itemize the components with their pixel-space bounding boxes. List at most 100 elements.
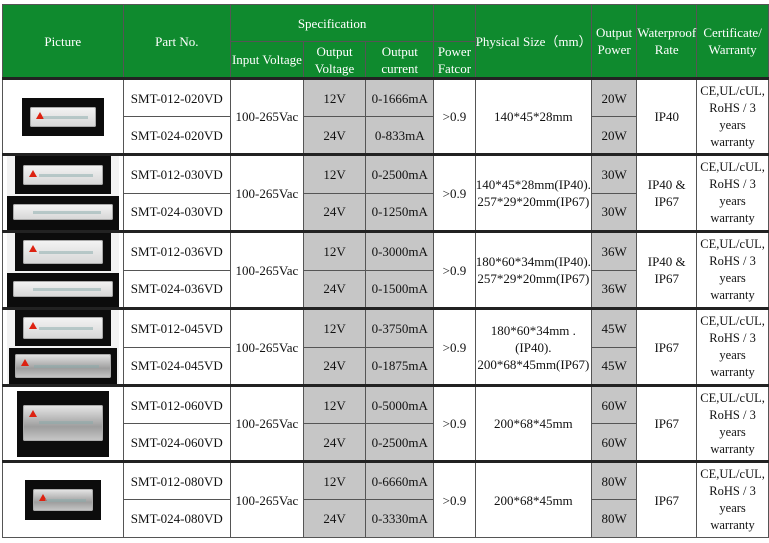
waterproof-rate: IP40 & IP67 xyxy=(636,230,698,309)
physical-size: 180*60*34mm(IP40). 257*29*20mm(IP67) xyxy=(474,230,592,309)
output-current: 0-2500mA xyxy=(365,423,435,462)
waterproof-rate: IP67 xyxy=(636,384,698,462)
certificate: CE,UL/cUL, RoHS / 3 years warranty xyxy=(696,460,769,538)
led-driver-photo xyxy=(6,156,119,230)
led-driver-photo xyxy=(16,390,109,457)
part-number: SMT-012-060VD xyxy=(122,384,232,424)
led-driver-photo xyxy=(6,310,119,384)
power-factor: >0.9 xyxy=(433,307,476,386)
output-current: 0-3000mA xyxy=(365,230,435,271)
output-voltage: 24V xyxy=(302,423,367,462)
output-current: 0-5000mA xyxy=(365,384,435,424)
output-voltage: 24V xyxy=(302,269,367,309)
output-voltage: 12V xyxy=(302,230,367,271)
header-output-current: Output current xyxy=(365,41,435,79)
output-power: 60W xyxy=(590,384,638,424)
input-voltage: 100-265Vac xyxy=(230,153,304,232)
header-specification: Specification xyxy=(230,4,435,42)
output-power: 20W xyxy=(590,116,638,155)
product-photo-cell xyxy=(2,77,124,155)
waterproof-rate: IP40 xyxy=(636,77,698,155)
output-voltage: 12V xyxy=(302,77,367,117)
output-power: 60W xyxy=(590,423,638,462)
output-current: 0-1250mA xyxy=(365,192,435,232)
part-number: SMT-024-080VD xyxy=(122,499,232,538)
output-power: 45W xyxy=(590,346,638,386)
output-power: 30W xyxy=(590,153,638,194)
output-power: 36W xyxy=(590,269,638,309)
part-number: SMT-012-080VD xyxy=(122,460,232,500)
output-power: 20W xyxy=(590,77,638,117)
input-voltage: 100-265Vac xyxy=(230,230,304,309)
product-photo-cell xyxy=(2,153,124,232)
output-current: 0-1500mA xyxy=(365,269,435,309)
part-number: SMT-012-030VD xyxy=(122,153,232,194)
waterproof-rate: IP40 & IP67 xyxy=(636,153,698,232)
certificate: CE,UL/cUL, RoHS / 3 years warranty xyxy=(696,77,769,155)
part-number: SMT-024-045VD xyxy=(122,346,232,386)
power-factor: >0.9 xyxy=(433,153,476,232)
output-voltage: 24V xyxy=(302,192,367,232)
led-driver-photo xyxy=(24,480,101,520)
input-voltage: 100-265Vac xyxy=(230,460,304,538)
part-number: SMT-024-036VD xyxy=(122,269,232,309)
certificate: CE,UL/cUL, RoHS / 3 years warranty xyxy=(696,307,769,386)
header-part-no: Part No. xyxy=(122,4,232,79)
product-spec-table: Picture Part No. Specification Physical … xyxy=(2,4,769,538)
output-voltage: 12V xyxy=(302,153,367,194)
output-voltage: 12V xyxy=(302,307,367,348)
header-output-voltage: Output Voltage xyxy=(302,41,367,79)
header-output-power: Output Power xyxy=(590,4,638,79)
led-driver-photo xyxy=(21,97,104,136)
output-current: 0-3330mA xyxy=(365,499,435,538)
header-spec-spacer xyxy=(433,4,476,42)
physical-size: 200*68*45mm xyxy=(474,460,592,538)
physical-size: 180*60*34mm . (IP40). 200*68*45mm(IP67) xyxy=(474,307,592,386)
output-power: 36W xyxy=(590,230,638,271)
output-current: 0-3750mA xyxy=(365,307,435,348)
output-voltage: 12V xyxy=(302,384,367,424)
power-factor: >0.9 xyxy=(433,77,476,155)
led-driver-photo xyxy=(6,233,119,307)
part-number: SMT-012-036VD xyxy=(122,230,232,271)
output-current: 0-6660mA xyxy=(365,460,435,500)
part-number: SMT-012-045VD xyxy=(122,307,232,348)
physical-size: 140*45*28mm(IP40). 257*29*20mm(IP67) xyxy=(474,153,592,232)
header-input-voltage: Input Voltage xyxy=(230,41,304,79)
output-voltage: 24V xyxy=(302,499,367,538)
waterproof-rate: IP67 xyxy=(636,460,698,538)
output-voltage: 24V xyxy=(302,116,367,155)
header-picture: Picture xyxy=(2,4,124,79)
product-photo-cell xyxy=(2,307,124,386)
product-photo-cell xyxy=(2,460,124,538)
header-certificate: Certificate/ Warranty xyxy=(696,4,769,79)
certificate: CE,UL/cUL, RoHS / 3 years warranty xyxy=(696,153,769,232)
power-factor: >0.9 xyxy=(433,230,476,309)
header-physical-size: Physical Size（mm） xyxy=(474,4,592,79)
waterproof-rate: IP67 xyxy=(636,307,698,386)
certificate: CE,UL/cUL, RoHS / 3 years warranty xyxy=(696,384,769,462)
part-number: SMT-024-030VD xyxy=(122,192,232,232)
part-number: SMT-024-020VD xyxy=(122,116,232,155)
output-current: 0-1666mA xyxy=(365,77,435,117)
output-power: 45W xyxy=(590,307,638,348)
input-voltage: 100-265Vac xyxy=(230,307,304,386)
output-power: 80W xyxy=(590,499,638,538)
power-factor: >0.9 xyxy=(433,384,476,462)
power-factor: >0.9 xyxy=(433,460,476,538)
output-current: 0-2500mA xyxy=(365,153,435,194)
output-current: 0-833mA xyxy=(365,116,435,155)
physical-size: 140*45*28mm xyxy=(474,77,592,155)
output-voltage: 24V xyxy=(302,346,367,386)
part-number: SMT-024-060VD xyxy=(122,423,232,462)
input-voltage: 100-265Vac xyxy=(230,77,304,155)
header-power-factor: Power Fatcor xyxy=(433,41,476,79)
input-voltage: 100-265Vac xyxy=(230,384,304,462)
certificate: CE,UL/cUL, RoHS / 3 years warranty xyxy=(696,230,769,309)
header-waterproof-rate: Waterproof Rate xyxy=(636,4,698,79)
part-number: SMT-012-020VD xyxy=(122,77,232,117)
physical-size: 200*68*45mm xyxy=(474,384,592,462)
output-current: 0-1875mA xyxy=(365,346,435,386)
output-power: 80W xyxy=(590,460,638,500)
product-photo-cell xyxy=(2,230,124,309)
